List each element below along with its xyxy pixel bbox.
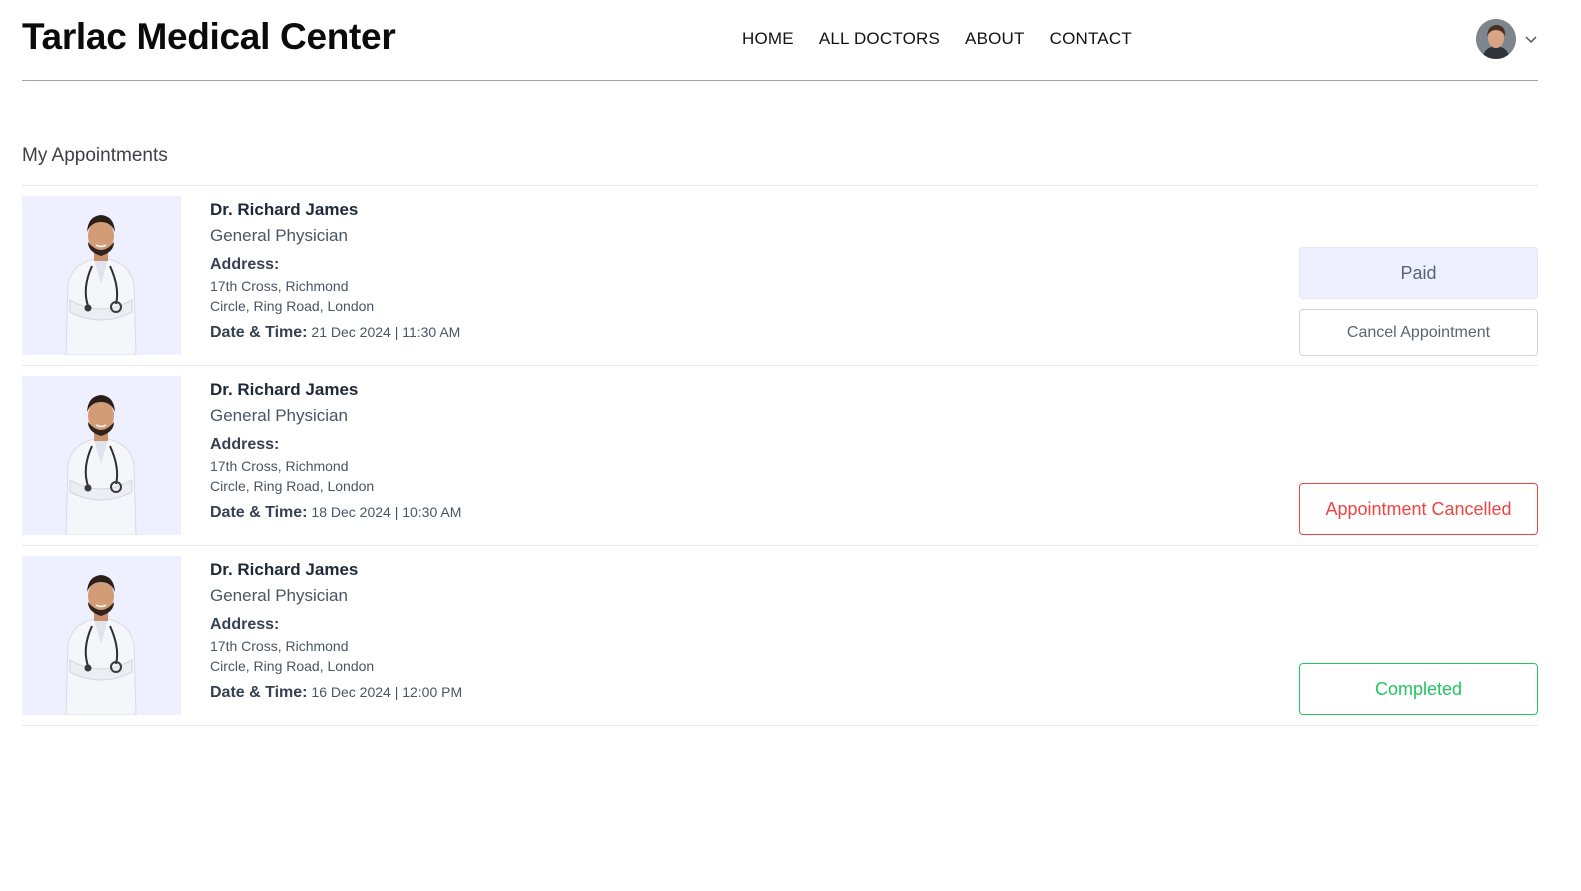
address-line-2: Circle, Ring Road, London — [210, 298, 375, 314]
appointment-card: Dr. Richard James General Physician Addr… — [22, 366, 1538, 546]
doctor-photo — [22, 556, 181, 715]
cancel-appointment-button[interactable]: Cancel Appointment — [1299, 309, 1538, 356]
datetime-value: 21 Dec 2024 | 11:30 AM — [311, 324, 461, 340]
appointment-datetime: Date & Time: 21 Dec 2024 | 11:30 AM — [210, 321, 610, 344]
doctor-speciality: General Physician — [210, 406, 348, 425]
paid-button[interactable]: Paid — [1299, 247, 1538, 299]
address-line-2: Circle, Ring Road, London — [210, 478, 375, 494]
datetime-value: 16 Dec 2024 | 12:00 PM — [311, 684, 463, 700]
appointment-card: Dr. Richard James General Physician Addr… — [22, 186, 1538, 366]
nav-contact[interactable]: CONTACT — [1050, 29, 1132, 49]
address-label: Address: — [210, 616, 280, 633]
address-line-2: Circle, Ring Road, London — [210, 658, 375, 674]
doctor-photo — [22, 376, 181, 535]
doctor-speciality: General Physician — [210, 226, 348, 245]
appointment-info: Dr. Richard James General Physician Addr… — [210, 559, 610, 704]
appointment-cancelled-status: Appointment Cancelled — [1299, 483, 1538, 535]
profile-menu[interactable] — [1476, 19, 1538, 59]
address-label: Address: — [210, 256, 280, 273]
nav-all-doctors[interactable]: ALL DOCTORS — [819, 29, 940, 49]
doctor-name: Dr. Richard James — [210, 380, 359, 399]
brand-logo[interactable]: Tarlac Medical Center — [22, 16, 396, 58]
nav-home[interactable]: HOME — [742, 29, 794, 49]
doctor-speciality: General Physician — [210, 586, 348, 605]
appointment-card: Dr. Richard James General Physician Addr… — [22, 546, 1538, 726]
appointment-info: Dr. Richard James General Physician Addr… — [210, 379, 610, 524]
datetime-label: Date & Time: — [210, 684, 308, 701]
navbar: Tarlac Medical Center HOME ALL DOCTORS A… — [22, 0, 1538, 81]
address-line-1: 17th Cross, Richmond — [210, 278, 349, 294]
doctor-name: Dr. Richard James — [210, 560, 359, 579]
appointment-info: Dr. Richard James General Physician Addr… — [210, 199, 610, 344]
address-label: Address: — [210, 436, 280, 453]
page-title: My Appointments — [22, 145, 168, 166]
appointment-datetime: Date & Time: 16 Dec 2024 | 12:00 PM — [210, 681, 610, 704]
datetime-value: 18 Dec 2024 | 10:30 AM — [311, 504, 462, 520]
address-line-1: 17th Cross, Richmond — [210, 458, 349, 474]
appointment-datetime: Date & Time: 18 Dec 2024 | 10:30 AM — [210, 501, 610, 524]
address-line-1: 17th Cross, Richmond — [210, 638, 349, 654]
user-avatar[interactable] — [1476, 19, 1516, 59]
chevron-down-icon[interactable] — [1524, 32, 1538, 46]
completed-status: Completed — [1299, 663, 1538, 715]
appointments-list: Dr. Richard James General Physician Addr… — [22, 185, 1538, 726]
datetime-label: Date & Time: — [210, 324, 308, 341]
main-nav: HOME ALL DOCTORS ABOUT CONTACT — [742, 29, 1132, 49]
datetime-label: Date & Time: — [210, 504, 308, 521]
doctor-name: Dr. Richard James — [210, 200, 359, 219]
nav-about[interactable]: ABOUT — [965, 29, 1025, 49]
doctor-photo — [22, 196, 181, 355]
